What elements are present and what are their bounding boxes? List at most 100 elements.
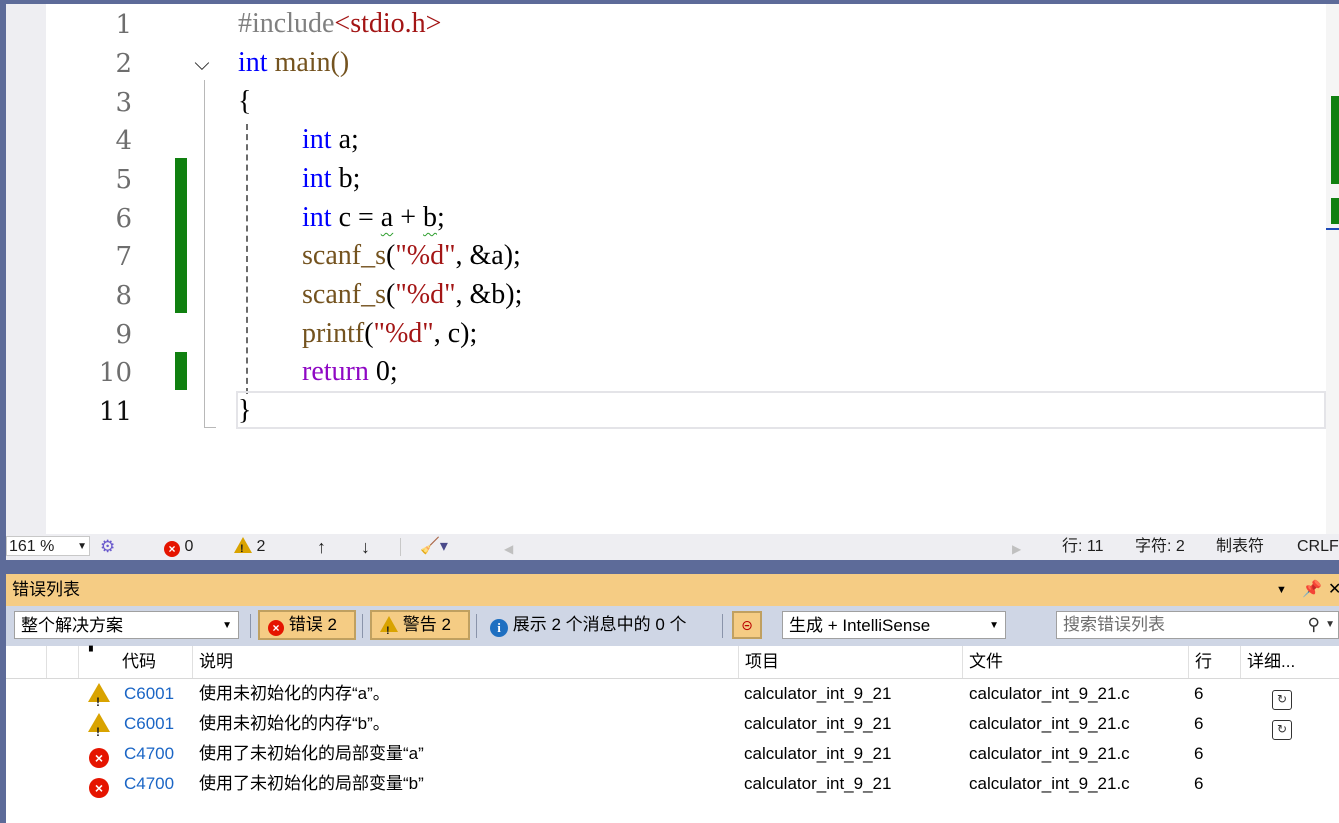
- line-number: 7: [115, 242, 132, 272]
- line-ending-indicator[interactable]: CRLF: [1297, 537, 1339, 557]
- column-header-file[interactable]: 文件: [962, 646, 1188, 678]
- error-description: 使用了未初始化的局部变量“a”: [199, 744, 424, 763]
- chevron-down-icon: ▼: [222, 620, 232, 631]
- code-line-5[interactable]: int b;: [302, 159, 360, 198]
- error-line: 6: [1194, 744, 1204, 763]
- separator: [250, 614, 251, 638]
- error-icon: ×: [89, 773, 109, 803]
- error-row[interactable]: C6001 使用未初始化的内存“a”。 calculator_int_9_21 …: [6, 679, 1339, 717]
- error-code-link[interactable]: C6001: [124, 709, 174, 739]
- chevron-down-icon: ▼: [1325, 619, 1335, 630]
- error-code-link[interactable]: C4700: [124, 769, 174, 799]
- code-line-11[interactable]: }: [238, 391, 251, 430]
- line-number: 3: [115, 88, 132, 118]
- panel-title-bar: 错误列表 ▼ 📌 ✕: [6, 574, 1339, 606]
- line-number: 10: [98, 358, 132, 388]
- code-line-6[interactable]: int c = a + b;: [302, 198, 445, 237]
- code-line-1[interactable]: #include<stdio.h>: [238, 4, 441, 43]
- line-number: 2: [115, 49, 132, 79]
- line-number: 9: [115, 320, 132, 350]
- close-icon[interactable]: ✕: [1328, 574, 1339, 606]
- error-icon: ×: [268, 620, 284, 636]
- scroll-right-icon[interactable]: ▶: [1012, 539, 1021, 559]
- editor-status-bar: 161 %▼ ⚙ × 0 2 ↑ ↓ 🧹▾ ◀ ▶ 行: 11 字符: 2 制表…: [6, 534, 1339, 560]
- error-project: calculator_int_9_21: [744, 714, 892, 733]
- warning-icon: [88, 712, 110, 747]
- messages-filter-button[interactable]: i 展示 2 个消息中的 0 个: [490, 610, 687, 640]
- info-icon: i: [490, 619, 508, 637]
- zoom-select[interactable]: 161 % ▼: [6, 536, 90, 556]
- code-line-10[interactable]: return 0;: [302, 352, 398, 391]
- column-header-marker[interactable]: [46, 646, 78, 678]
- line-indicator[interactable]: 行: 11: [1062, 537, 1104, 557]
- error-row[interactable]: × C4700 使用了未初始化的局部变量“a” calculator_int_9…: [6, 739, 1339, 769]
- error-list-toolbar: 整个解决方案▼ × 错误 2 警告 2 i 展示 2 个消息中的 0 个 ⊝ 生…: [6, 606, 1339, 646]
- vertical-scrollbar[interactable]: [1326, 4, 1339, 534]
- error-row[interactable]: C6001 使用未初始化的内存“b”。 calculator_int_9_21 …: [6, 709, 1339, 747]
- warning-icon: [88, 682, 110, 717]
- code-line-9[interactable]: printf("%d", c);: [302, 314, 477, 353]
- separator: [362, 614, 363, 638]
- window-position-dropdown-icon[interactable]: ▼: [1276, 574, 1287, 606]
- error-description: 使用未初始化的内存“a”。: [199, 684, 390, 703]
- error-code-link[interactable]: C4700: [124, 739, 174, 769]
- scrollbar-change-marker: [1331, 96, 1339, 184]
- separator: [722, 614, 723, 638]
- error-project: calculator_int_9_21: [744, 774, 892, 793]
- line-number: 8: [115, 281, 132, 311]
- code-cleanup-icon[interactable]: 🧹▾: [420, 537, 448, 557]
- build-filter-dropdown[interactable]: 生成 + IntelliSense ▼: [782, 611, 1006, 639]
- error-project: calculator_int_9_21: [744, 684, 892, 703]
- current-line-highlight: [236, 391, 1326, 429]
- scrollbar-caret-marker: [1326, 228, 1339, 230]
- search-input[interactable]: 搜索错误列表 ⚲ ▼: [1056, 611, 1339, 639]
- column-header-code[interactable]: 代码: [116, 646, 192, 678]
- next-issue-button[interactable]: ↓: [361, 537, 370, 557]
- error-list-panel: 错误列表 ▼ 📌 ✕ 整个解决方案▼ × 错误 2 警告 2 i 展示 2 个消…: [6, 574, 1339, 823]
- previous-issue-button[interactable]: ↑: [317, 537, 326, 557]
- squiggle-a[interactable]: a: [381, 202, 393, 233]
- column-header-description[interactable]: 说明: [192, 646, 738, 678]
- line-number-current: 11: [98, 397, 132, 427]
- chevron-down-icon: ▼: [989, 620, 999, 631]
- scope-dropdown[interactable]: 整个解决方案 ▼: [14, 611, 239, 639]
- error-description: 使用未初始化的内存“b”。: [199, 714, 390, 733]
- column-header-severity[interactable]: ▝: [78, 646, 118, 678]
- error-count[interactable]: × 0: [164, 537, 193, 557]
- code-line-2[interactable]: int main(): [238, 43, 349, 82]
- warnings-filter-button[interactable]: 警告 2: [370, 610, 470, 644]
- filter-toggle-icon[interactable]: ⊝: [732, 611, 762, 639]
- squiggle-b[interactable]: b: [423, 202, 437, 233]
- error-line: 6: [1194, 684, 1204, 703]
- line-number: 1: [115, 10, 132, 40]
- error-file: calculator_int_9_21.c: [969, 774, 1130, 793]
- line-number: 6: [115, 204, 132, 234]
- intellicode-icon[interactable]: ⚙: [100, 537, 115, 557]
- code-line-7[interactable]: scanf_s("%d", &a);: [302, 236, 521, 275]
- code-line-8[interactable]: scanf_s("%d", &b);: [302, 275, 522, 314]
- chevron-down-icon: ▼: [77, 541, 87, 552]
- tabs-indicator[interactable]: 制表符: [1216, 537, 1264, 557]
- column-header-project[interactable]: 项目: [738, 646, 962, 678]
- column-header-details[interactable]: 详细...: [1240, 646, 1339, 678]
- separator: [400, 538, 401, 556]
- line-number: 5: [115, 165, 132, 195]
- char-indicator[interactable]: 字符: 2: [1135, 537, 1185, 557]
- pin-icon[interactable]: 📌: [1302, 574, 1322, 606]
- warning-icon: [234, 537, 252, 559]
- error-project: calculator_int_9_21: [744, 744, 892, 763]
- column-header-line[interactable]: 行: [1188, 646, 1240, 678]
- error-row[interactable]: × C4700 使用了未初始化的局部变量“b” calculator_int_9…: [6, 769, 1339, 799]
- code-line-4[interactable]: int a;: [302, 120, 359, 159]
- scroll-left-icon[interactable]: ◀: [504, 539, 513, 559]
- editor-margin: [6, 4, 46, 534]
- error-code-link[interactable]: C6001: [124, 679, 174, 709]
- code-line-3[interactable]: {: [238, 82, 251, 121]
- indent-guide: [246, 124, 248, 394]
- error-line: 6: [1194, 774, 1204, 793]
- error-file: calculator_int_9_21.c: [969, 744, 1130, 763]
- warning-count[interactable]: 2: [234, 537, 265, 559]
- collapse-chevron-icon[interactable]: ⌵: [192, 54, 212, 74]
- code-editor[interactable]: 1 2 3 4 5 6 7 8 9 10 11 ⌵ #include<stdio…: [6, 4, 1339, 534]
- errors-filter-button[interactable]: × 错误 2: [258, 610, 356, 640]
